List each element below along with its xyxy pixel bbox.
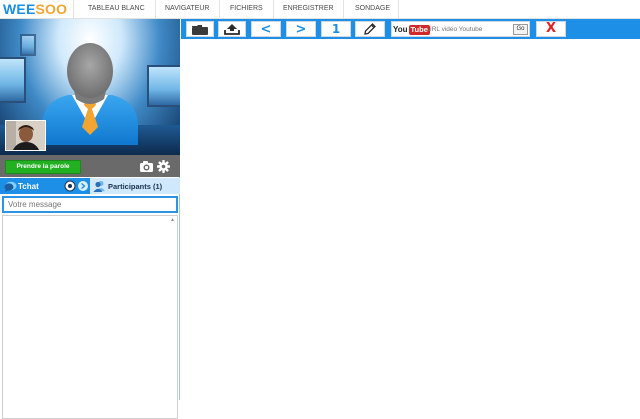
webcam-thumbnail[interactable]	[5, 120, 46, 151]
nav-navigateur[interactable]: NAVIGATEUR	[165, 5, 209, 12]
scroll-up-icon[interactable]: ▲	[170, 217, 175, 223]
camera-icon[interactable]	[139, 160, 154, 173]
page-number[interactable]: 1	[321, 21, 351, 37]
nav-tableau-blanc[interactable]: TABLEAU BLANC	[88, 5, 145, 12]
nav-separator	[219, 0, 220, 19]
person-thumbnail-icon	[6, 121, 45, 150]
top-nav-bar: WEESOO TABLEAU BLANC NAVIGATEUR FICHIERS…	[0, 0, 640, 19]
folder-icon	[192, 24, 208, 35]
tab-participants-label: Participants (1)	[108, 182, 163, 191]
youtube-logo-you: You	[393, 25, 408, 34]
weesoo-logo[interactable]: WEESOO	[3, 1, 67, 17]
nav-enregistrer[interactable]: ENREGISTRER	[283, 5, 334, 12]
gear-icon[interactable]	[157, 160, 170, 173]
close-whiteboard-button[interactable]: X	[536, 21, 566, 37]
nav-fichiers[interactable]: FICHIERS	[230, 5, 263, 12]
folder-button[interactable]	[186, 21, 214, 37]
pencil-button[interactable]	[355, 21, 385, 37]
nav-separator	[398, 0, 399, 19]
request-speak-button[interactable]: Prendre la parole	[5, 160, 81, 174]
nav-separator	[273, 0, 274, 19]
logo-part-2: SOO	[35, 1, 68, 17]
previous-page-button[interactable]: <	[251, 21, 281, 37]
chat-message-input[interactable]	[2, 196, 178, 213]
chat-messages-area[interactable]: ▲	[2, 215, 178, 419]
video-area	[0, 19, 180, 155]
nav-sondage[interactable]: SONDAGE	[355, 5, 390, 12]
left-panel: Prendre la parole Tchat Participants (1)…	[0, 19, 180, 419]
next-page-button[interactable]: >	[286, 21, 316, 37]
pencil-icon	[364, 23, 376, 35]
arrow-right-icon[interactable]	[77, 180, 89, 192]
youtube-url-field: YouTube Go	[391, 21, 530, 37]
tab-tchat-label: Tchat	[18, 182, 39, 191]
whiteboard-canvas[interactable]	[181, 39, 640, 400]
settings-small-icon[interactable]	[64, 180, 76, 192]
upload-icon	[224, 24, 240, 35]
nav-separator	[343, 0, 344, 19]
upload-button[interactable]	[218, 21, 246, 37]
nav-separator	[155, 0, 156, 19]
logo-part-1: WEE	[3, 1, 36, 17]
youtube-logo-icon: You Tube	[393, 24, 430, 35]
participants-icon	[93, 181, 105, 192]
chat-bubble-icon	[4, 181, 17, 192]
youtube-url-input[interactable]	[427, 24, 511, 35]
youtube-go-button[interactable]: Go	[513, 24, 528, 35]
nav-separator	[73, 0, 74, 19]
